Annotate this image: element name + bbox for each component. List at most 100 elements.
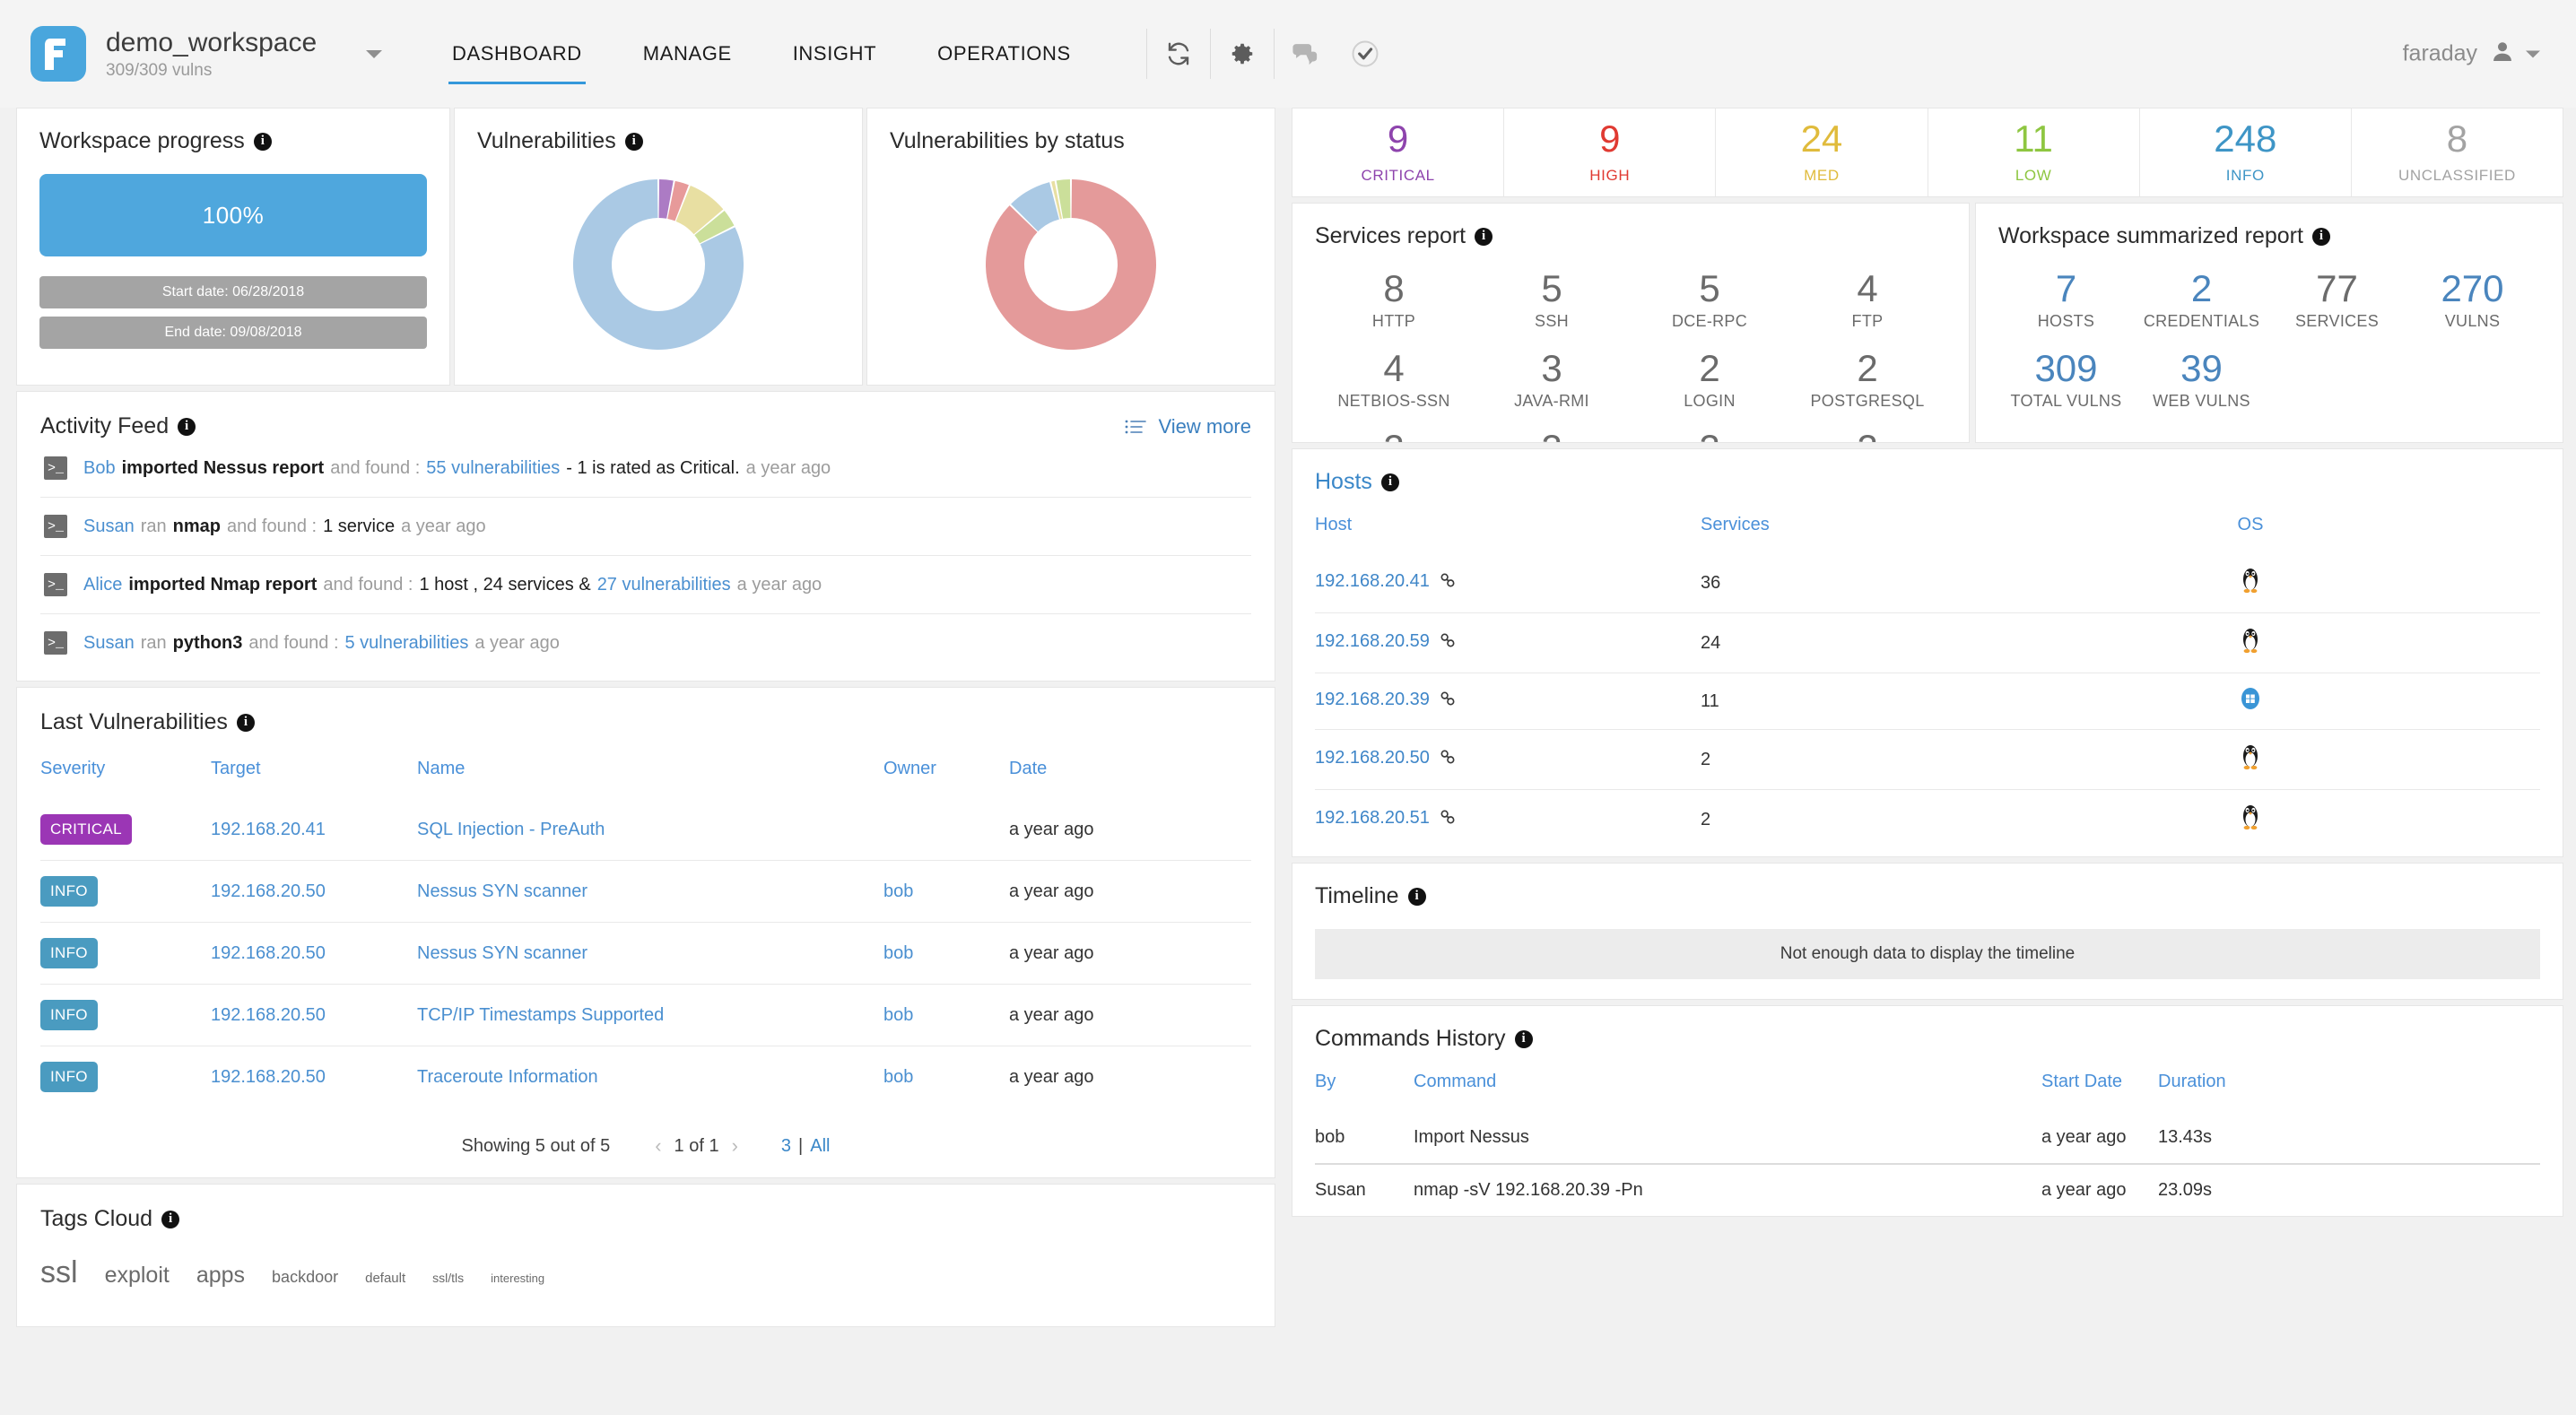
- tag-item[interactable]: interesting: [491, 1272, 544, 1285]
- cell-name[interactable]: SQL Injection - PreAuth: [417, 799, 883, 861]
- cell-target[interactable]: 192.168.20.41: [211, 799, 417, 861]
- info-icon[interactable]: i: [1380, 473, 1399, 491]
- column-header-start-date[interactable]: Start Date: [2041, 1072, 2158, 1112]
- tab-insight[interactable]: INSIGHT: [762, 0, 907, 108]
- chevron-down-icon[interactable]: [366, 49, 382, 58]
- column-header-command[interactable]: Command: [1414, 1072, 2041, 1112]
- cell-owner[interactable]: bob: [883, 860, 1009, 923]
- activity-text-part[interactable]: Susan: [83, 633, 135, 653]
- cell-target[interactable]: 192.168.20.50: [211, 1046, 417, 1107]
- table-row[interactable]: 192.168.20.59 24: [1315, 612, 2540, 673]
- table-row[interactable]: INFO 192.168.20.50 Nessus SYN scanner bob a …: [40, 860, 1251, 923]
- info-icon[interactable]: i: [1514, 1029, 1533, 1048]
- cell-host[interactable]: 192.168.20.41: [1315, 553, 1701, 613]
- status-badge[interactable]: INFO: [40, 1000, 98, 1030]
- column-header-date[interactable]: Date: [1009, 759, 1251, 799]
- column-header-owner[interactable]: Owner: [883, 759, 1009, 799]
- cell-name[interactable]: Nessus SYN scanner: [417, 922, 883, 985]
- cell-target[interactable]: 192.168.20.50: [211, 922, 417, 985]
- table-row[interactable]: 192.168.20.39 11: [1315, 673, 2540, 730]
- severity-cell-unclassified[interactable]: 8 UNCLASSIFIED: [2352, 109, 2563, 196]
- chat-icon[interactable]: [1276, 24, 1336, 83]
- hosts-title[interactable]: Hosts i: [1315, 469, 2540, 495]
- table-row[interactable]: 192.168.20.51 2: [1315, 789, 2540, 849]
- cell-owner[interactable]: bob: [883, 984, 1009, 1046]
- table-row[interactable]: 192.168.20.41 36: [1315, 553, 2540, 613]
- cell-host[interactable]: 192.168.20.50: [1315, 729, 1701, 790]
- link-icon[interactable]: [1439, 631, 1457, 655]
- info-icon[interactable]: i: [178, 417, 196, 436]
- cell-host[interactable]: 192.168.20.51: [1315, 789, 1701, 849]
- view-more-button[interactable]: View more: [1124, 415, 1251, 438]
- column-header-host[interactable]: Host: [1315, 515, 1701, 553]
- info-icon[interactable]: i: [1475, 227, 1493, 246]
- severity-cell-med[interactable]: 24 MED: [1716, 109, 1928, 196]
- column-header-duration[interactable]: Duration: [2158, 1072, 2540, 1112]
- cell-name[interactable]: Traceroute Information: [417, 1046, 883, 1107]
- tag-item[interactable]: exploit: [105, 1263, 170, 1289]
- refresh-icon[interactable]: [1149, 24, 1208, 83]
- info-icon[interactable]: i: [2311, 227, 2330, 246]
- chevron-right-icon[interactable]: ›: [732, 1134, 738, 1158]
- vulnerabilities-donut[interactable]: [477, 154, 840, 374]
- tab-operations[interactable]: OPERATIONS: [907, 0, 1101, 108]
- user-menu[interactable]: faraday: [2403, 39, 2540, 69]
- link-icon[interactable]: [1439, 748, 1457, 771]
- pager-all[interactable]: All: [810, 1136, 830, 1157]
- status-badge[interactable]: INFO: [40, 1062, 98, 1092]
- link-icon[interactable]: [1439, 690, 1457, 713]
- tag-item[interactable]: backdoor: [272, 1268, 338, 1287]
- chevron-left-icon[interactable]: ‹: [655, 1134, 661, 1158]
- info-icon[interactable]: i: [624, 132, 643, 151]
- cell-owner[interactable]: bob: [883, 922, 1009, 985]
- tag-item[interactable]: apps: [196, 1263, 245, 1289]
- column-header-os[interactable]: OS: [1961, 515, 2540, 553]
- cell-host[interactable]: 192.168.20.39: [1315, 673, 1701, 730]
- cell-owner[interactable]: bob: [883, 1046, 1009, 1107]
- status-badge[interactable]: CRITICAL: [40, 814, 132, 845]
- status-badge[interactable]: INFO: [40, 876, 98, 907]
- info-icon[interactable]: i: [1407, 887, 1426, 906]
- table-row[interactable]: INFO 192.168.20.50 Traceroute Information b…: [40, 1046, 1251, 1107]
- table-row[interactable]: CRITICAL 192.168.20.41 SQL Injection - Pre…: [40, 799, 1251, 861]
- activity-text-part[interactable]: 55 vulnerabilities: [426, 458, 560, 478]
- cell-name[interactable]: Nessus SYN scanner: [417, 860, 883, 923]
- cell-target[interactable]: 192.168.20.50: [211, 860, 417, 923]
- activity-text-part[interactable]: 27 vulnerabilities: [597, 575, 731, 595]
- info-icon[interactable]: i: [161, 1210, 180, 1228]
- activity-text-part[interactable]: Bob: [83, 458, 116, 478]
- cell-target[interactable]: 192.168.20.50: [211, 984, 417, 1046]
- table-row[interactable]: INFO 192.168.20.50 TCP/IP Timestamps Suppo…: [40, 984, 1251, 1046]
- link-icon[interactable]: [1439, 571, 1457, 595]
- activity-text-part[interactable]: Susan: [83, 517, 135, 536]
- column-header-services[interactable]: Services: [1701, 515, 1961, 553]
- cell-name[interactable]: TCP/IP Timestamps Supported: [417, 984, 883, 1046]
- activity-text-part[interactable]: Alice: [83, 575, 122, 595]
- column-header-name[interactable]: Name: [417, 759, 883, 799]
- severity-cell-info[interactable]: 248 INFO: [2140, 109, 2352, 196]
- tab-dashboard[interactable]: DASHBOARD: [422, 0, 613, 108]
- faraday-f-logo-icon[interactable]: [30, 26, 86, 82]
- column-header-severity[interactable]: Severity: [40, 759, 211, 799]
- pager-per-page[interactable]: 3: [781, 1136, 791, 1157]
- column-header-by[interactable]: By: [1315, 1072, 1414, 1112]
- link-icon[interactable]: [1439, 808, 1457, 831]
- table-row[interactable]: Susan nmap -sV 192.168.20.39 -Pn a year ag…: [1315, 1163, 2540, 1216]
- activity-text-part[interactable]: 5 vulnerabilities: [345, 633, 469, 653]
- tab-manage[interactable]: MANAGE: [613, 0, 762, 108]
- table-row[interactable]: 192.168.20.50 2: [1315, 729, 2540, 790]
- vulnerabilities-status-donut[interactable]: [890, 154, 1252, 374]
- workspace-selector[interactable]: demo_workspace 309/309 vulns: [106, 28, 321, 81]
- tag-item[interactable]: ssl/tls: [432, 1271, 464, 1285]
- cell-owner[interactable]: [883, 799, 1009, 861]
- table-row[interactable]: bob Import Nessus a year ago 13.43s: [1315, 1112, 2540, 1164]
- info-icon[interactable]: i: [253, 132, 272, 151]
- status-badge[interactable]: INFO: [40, 938, 98, 968]
- gear-icon[interactable]: [1213, 24, 1272, 83]
- cell-host[interactable]: 192.168.20.59: [1315, 612, 1701, 673]
- donut-slice-opened[interactable]: [986, 178, 1156, 350]
- column-header-target[interactable]: Target: [211, 759, 417, 799]
- severity-cell-high[interactable]: 9 HIGH: [1504, 109, 1717, 196]
- severity-cell-critical[interactable]: 9 CRITICAL: [1292, 109, 1505, 196]
- tag-item[interactable]: default: [365, 1271, 405, 1286]
